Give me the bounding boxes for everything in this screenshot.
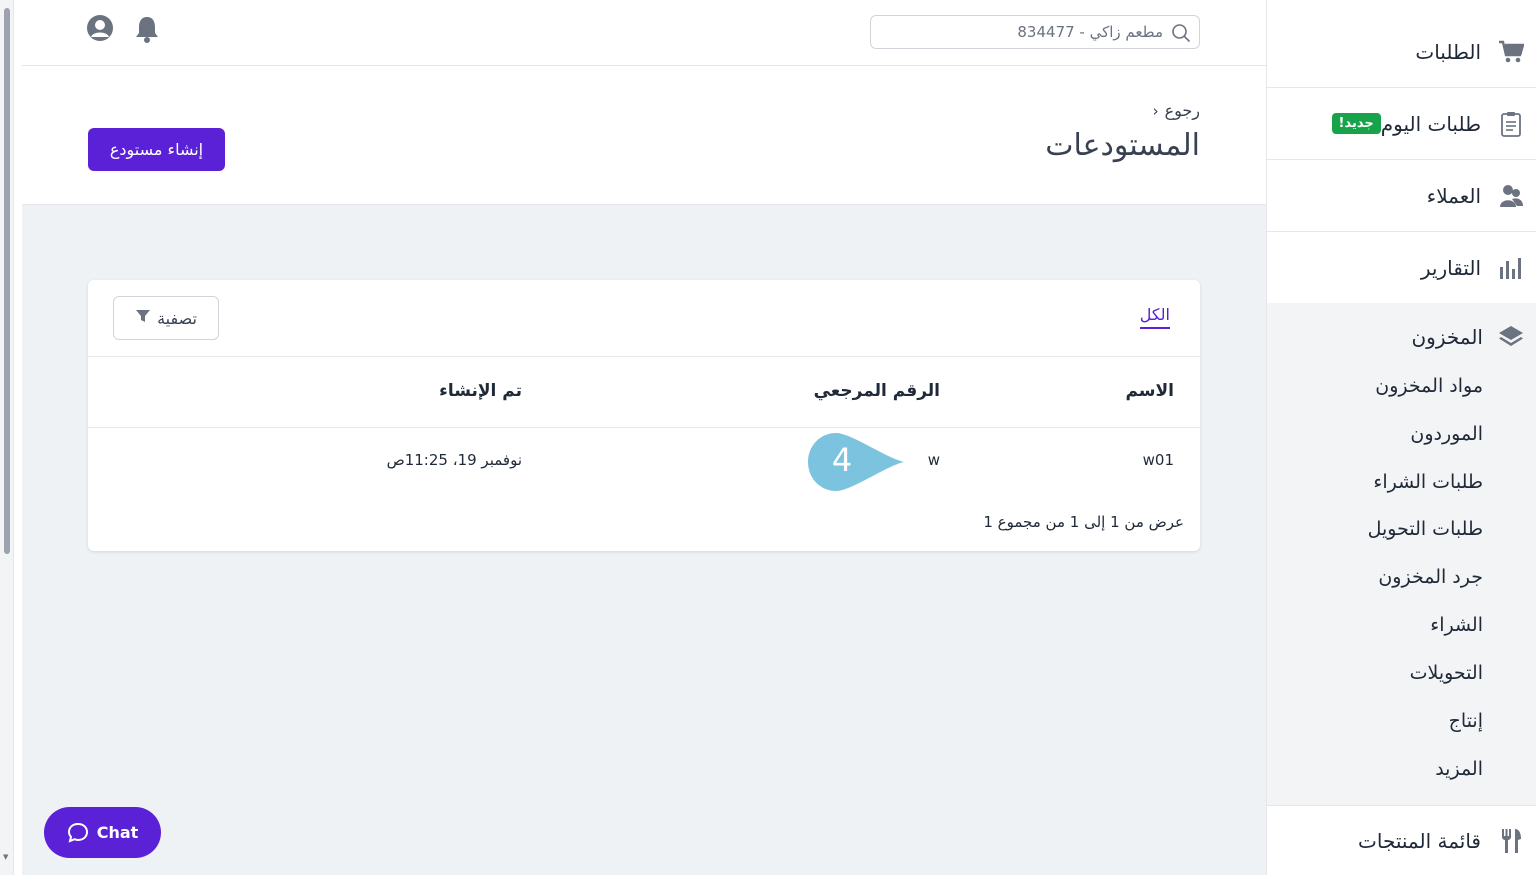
column-created[interactable]: تم الإنشاء (439, 381, 522, 401)
filter-label: تصفية (157, 308, 197, 328)
chat-label: Chat (96, 823, 139, 842)
sidebar: الطلبات طلبات اليوم جديد! العملاء التقار… (1266, 0, 1536, 875)
clipboard-icon (1497, 110, 1525, 138)
chevron-left-icon: ‹ (1152, 101, 1159, 120)
sidebar-subitem[interactable]: الموردون (1410, 423, 1483, 445)
create-warehouse-button[interactable]: إنشاء مستودع (88, 128, 225, 171)
sidebar-item-label: العملاء (1426, 183, 1481, 208)
cell-created: نوفمبر 19، 11:25ص (386, 451, 522, 469)
sidebar-subitem[interactable]: إنتاج (1449, 710, 1483, 732)
table-header: الاسم الرقم المرجعي تم الإنشاء (88, 357, 1200, 428)
sidebar-subitem[interactable]: الشراء (1430, 614, 1483, 636)
warehouses-card: الكل تصفية الاسم الرقم المرجعي تم الإنشا… (88, 280, 1200, 551)
tabs-bar: الكل تصفية (88, 280, 1200, 357)
sidebar-item-inventory[interactable]: المخزون (1411, 323, 1525, 351)
sidebar-item-orders[interactable]: الطلبات (1267, 16, 1536, 88)
search-box[interactable] (870, 15, 1200, 49)
step-marker-shape (808, 433, 904, 491)
sidebar-subitem[interactable]: التحويلات (1410, 662, 1483, 684)
sidebar-inventory-section: المخزون مواد المخزون الموردون طلبات الشر… (1267, 303, 1536, 806)
step-marker: 4 (808, 433, 904, 491)
main-area: رجوع ‹ المستودعات إنشاء مستودع الكل تصفي… (22, 0, 1266, 875)
bar-chart-icon (1497, 254, 1525, 282)
scrollbar[interactable]: ▼ (0, 0, 14, 875)
back-label: رجوع (1164, 101, 1200, 120)
sidebar-item-customers[interactable]: العملاء (1267, 160, 1536, 232)
tab-all[interactable]: الكل (1139, 305, 1170, 329)
funnel-icon (135, 308, 151, 328)
utensils-icon (1497, 827, 1525, 855)
filter-button[interactable]: تصفية (113, 296, 219, 340)
sidebar-subitem[interactable]: طلبات التحويل (1368, 518, 1483, 540)
sidebar-item-label: المخزون (1411, 325, 1483, 349)
cart-icon (1497, 38, 1525, 66)
sidebar-item-menu[interactable]: قائمة المنتجات (1267, 806, 1536, 875)
sidebar-item-label: التقارير (1420, 255, 1481, 280)
users-icon (1497, 182, 1525, 210)
search-icon (1171, 23, 1191, 43)
chat-button[interactable]: Chat (44, 807, 161, 858)
column-reference[interactable]: الرقم المرجعي (814, 381, 940, 401)
column-name[interactable]: الاسم (1125, 381, 1174, 401)
user-circle-icon[interactable] (86, 14, 114, 42)
back-link[interactable]: رجوع ‹ (1153, 101, 1200, 120)
cell-name: w01 (1142, 451, 1174, 469)
sidebar-item-reports[interactable]: التقارير (1267, 232, 1536, 304)
layers-icon (1497, 323, 1525, 351)
pagination-info: عرض من 1 إلى 1 من مجموع 1 (983, 513, 1184, 531)
sidebar-subitem[interactable]: جرد المخزون (1378, 566, 1483, 588)
sidebar-item-label: قائمة المنتجات (1358, 828, 1481, 853)
new-badge: جديد! (1331, 113, 1381, 134)
table-row[interactable]: w01 w نوفمبر 19، 11:25ص (88, 428, 1200, 490)
bell-icon[interactable] (134, 14, 160, 44)
sidebar-subitem[interactable]: طلبات الشراء (1373, 471, 1483, 493)
chat-bubble-icon (67, 822, 88, 843)
scrollbar-thumb[interactable] (4, 8, 10, 554)
cell-reference: w (927, 451, 940, 469)
top-bar (22, 0, 1266, 66)
sidebar-item-today-orders[interactable]: طلبات اليوم جديد! (1267, 88, 1536, 160)
sidebar-subitem[interactable]: مواد المخزون (1375, 375, 1483, 397)
sidebar-subitem[interactable]: المزيد (1435, 758, 1483, 780)
sidebar-item-label: طلبات اليوم (1380, 111, 1481, 136)
page-header: رجوع ‹ المستودعات إنشاء مستودع (22, 66, 1266, 205)
scroll-down-arrow-icon[interactable]: ▼ (3, 854, 8, 861)
step-marker-number: 4 (832, 441, 852, 479)
page-title: المستودعات (1045, 128, 1200, 163)
search-input[interactable] (881, 16, 1163, 48)
sidebar-item-label: الطلبات (1415, 39, 1481, 64)
